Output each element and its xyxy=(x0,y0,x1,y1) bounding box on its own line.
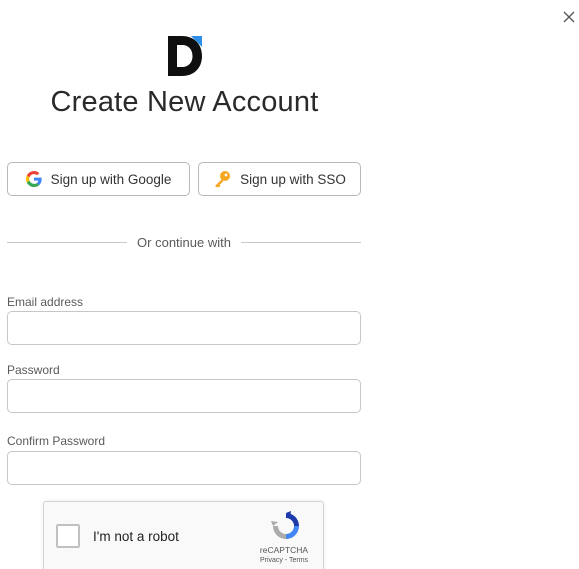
recaptcha-label: I'm not a robot xyxy=(93,529,179,544)
page-title: Create New Account xyxy=(50,86,319,118)
recaptcha-icon xyxy=(271,511,299,539)
recaptcha-links: Privacy - Terms xyxy=(244,557,324,564)
email-field[interactable] xyxy=(7,311,361,345)
google-signup-button[interactable]: Sign up with Google xyxy=(7,162,190,196)
close-button[interactable] xyxy=(560,8,579,28)
brand-logo-icon xyxy=(168,36,202,76)
confirm-password-label: Confirm Password xyxy=(7,434,106,448)
recaptcha-terms-link[interactable]: Terms xyxy=(289,557,308,564)
email-label: Email address xyxy=(7,295,84,309)
divider-text: Or continue with xyxy=(137,234,231,250)
sso-signup-button[interactable]: Sign up with SSO xyxy=(198,162,361,196)
recaptcha-brand: reCAPTCHA xyxy=(259,545,309,555)
google-icon xyxy=(25,171,42,187)
confirm-password-field[interactable] xyxy=(7,451,361,485)
signup-page: Create New Account Sign up with Google S… xyxy=(0,0,579,569)
recaptcha-checkbox[interactable] xyxy=(56,524,80,548)
google-signup-label: Sign up with Google xyxy=(50,171,172,187)
divider-line-left xyxy=(7,241,128,243)
password-field[interactable] xyxy=(7,379,361,413)
recaptcha-privacy-link[interactable]: Privacy xyxy=(260,557,283,564)
or-divider: Or continue with xyxy=(7,234,361,250)
sso-signup-label: Sign up with SSO xyxy=(240,171,346,187)
recaptcha-widget: I'm not a robot reCAPTCHA Privacy - Term… xyxy=(43,501,324,569)
password-label: Password xyxy=(7,363,60,377)
close-icon xyxy=(563,11,575,23)
divider-line-right xyxy=(240,241,361,243)
key-icon xyxy=(213,170,231,188)
